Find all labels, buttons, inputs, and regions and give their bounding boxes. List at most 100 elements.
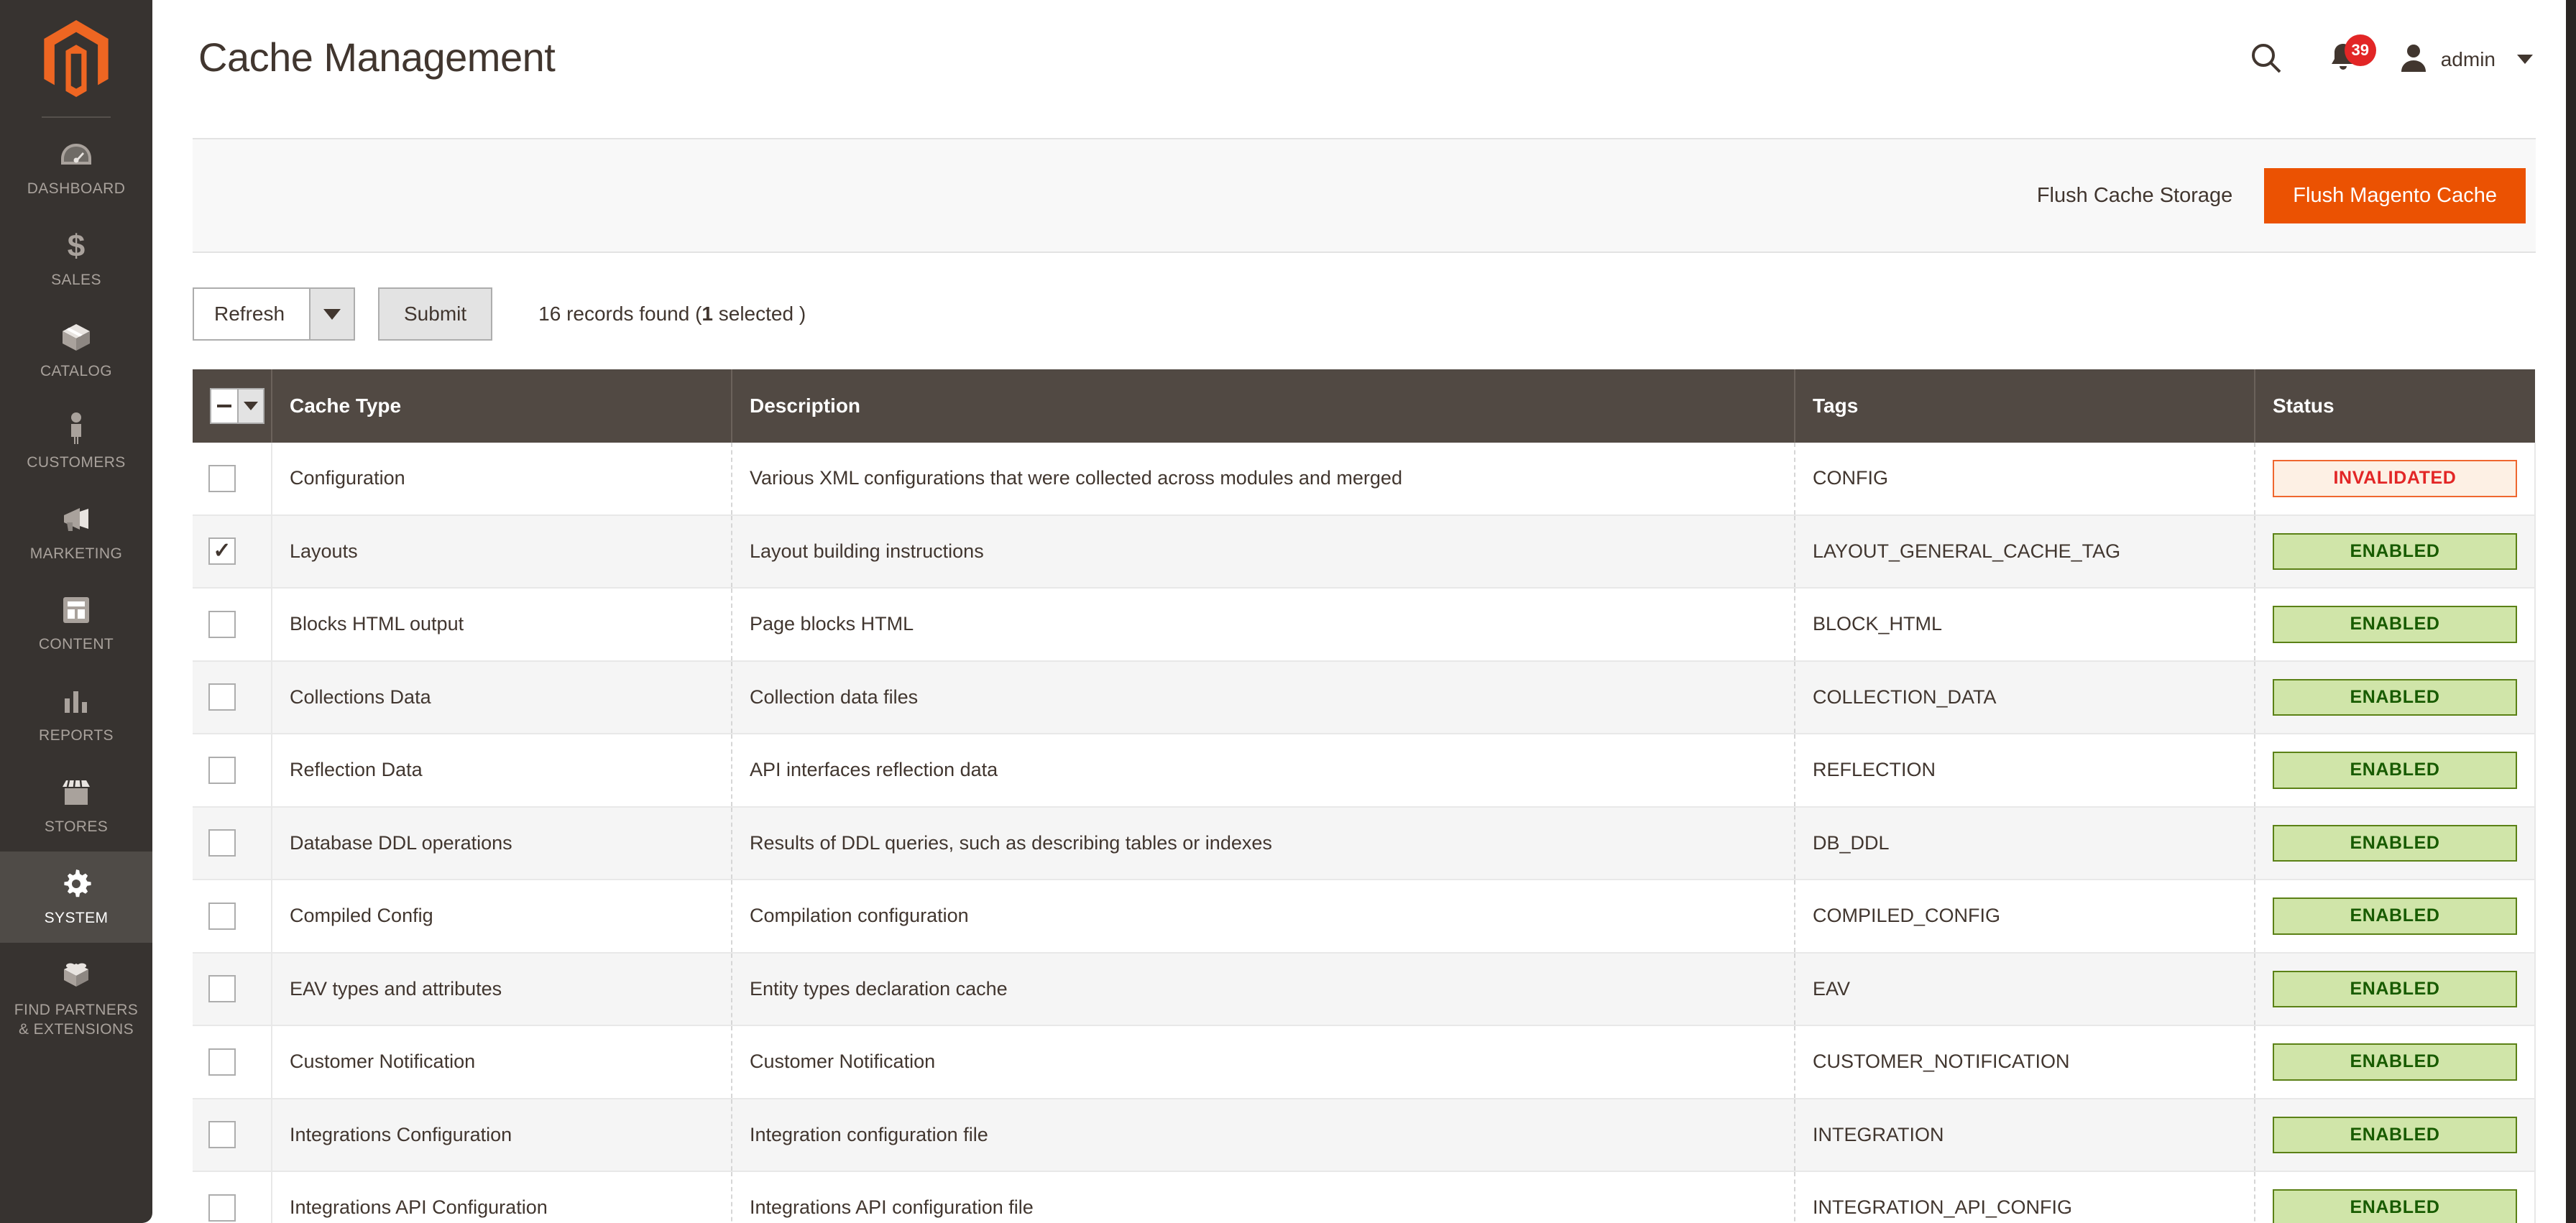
admin-sidebar: DASHBOARD $ SALES CATALOG CUSTOMERS MARK… bbox=[0, 0, 152, 1223]
viewport-right-edge bbox=[2566, 0, 2576, 1223]
cell-status: ENABLED bbox=[2255, 952, 2536, 1026]
grid-toolbar: Refresh Submit 16 records found (1 selec… bbox=[193, 287, 2536, 341]
table-row[interactable]: ✓ Blocks HTML outputPage blocks HTMLBLOCK… bbox=[193, 588, 2536, 662]
row-select-cell[interactable]: ✓ bbox=[193, 1025, 272, 1099]
cell-cache-type: Integrations API Configuration bbox=[272, 1171, 732, 1223]
sidebar-item-label: FIND PARTNERS & EXTENSIONS bbox=[14, 1000, 138, 1040]
cell-tags: CUSTOMER_NOTIFICATION bbox=[1795, 1025, 2255, 1099]
svg-text:$: $ bbox=[68, 229, 85, 262]
table-row[interactable]: ✓ ConfigurationVarious XML configurations… bbox=[193, 443, 2536, 516]
table-row[interactable]: ✓ Collections DataCollection data filesCO… bbox=[193, 660, 2536, 734]
content-frame-icon bbox=[61, 594, 91, 627]
search-button[interactable] bbox=[2237, 37, 2296, 81]
row-checkbox[interactable]: ✓ bbox=[208, 683, 236, 711]
cell-tags: INTEGRATION_API_CONFIG bbox=[1795, 1171, 2255, 1223]
select-all-control[interactable] bbox=[210, 388, 264, 424]
cell-tags: INTEGRATION bbox=[1795, 1098, 2255, 1172]
row-checkbox[interactable]: ✓ bbox=[208, 1194, 236, 1222]
row-checkbox[interactable]: ✓ bbox=[208, 1121, 236, 1149]
sidebar-item-content[interactable]: CONTENT bbox=[0, 578, 152, 669]
table-row[interactable]: ✓ Customer NotificationCustomer Notificat… bbox=[193, 1025, 2536, 1099]
cell-cache-type: Collections Data bbox=[272, 660, 732, 734]
magento-logo[interactable] bbox=[0, 7, 152, 116]
row-checkbox[interactable]: ✓ bbox=[208, 829, 236, 857]
mass-action-dropdown-arrow[interactable] bbox=[309, 289, 354, 339]
indeterminate-dash-icon bbox=[217, 405, 231, 407]
sidebar-item-catalog[interactable]: CATALOG bbox=[0, 305, 152, 396]
table-row[interactable]: ✓ Layouts Layout building instructions LAYO… bbox=[193, 514, 2536, 589]
cell-status: ENABLED bbox=[2255, 660, 2536, 734]
row-select-cell[interactable]: ✓ bbox=[193, 880, 272, 954]
records-found-label: 16 records found (1 selected ) bbox=[538, 303, 806, 326]
row-select-cell[interactable]: ✓ bbox=[193, 514, 272, 589]
cell-status: ENABLED bbox=[2255, 514, 2536, 589]
status-badge: ENABLED bbox=[2273, 1189, 2517, 1223]
cell-description: Integration configuration file bbox=[732, 1098, 1795, 1172]
select-all-dropdown-arrow[interactable] bbox=[237, 389, 263, 423]
cell-tags: CONFIG bbox=[1795, 443, 2255, 516]
notifications-count-badge: 39 bbox=[2344, 34, 2376, 66]
cell-tags: COLLECTION_DATA bbox=[1795, 660, 2255, 734]
table-row[interactable]: ✓ Integrations ConfigurationIntegration c… bbox=[193, 1098, 2536, 1172]
table-row[interactable]: ✓ Compiled ConfigCompilation configuratio… bbox=[193, 880, 2536, 954]
checkmark-icon: ✓ bbox=[213, 539, 231, 563]
flush-magento-cache-button[interactable]: Flush Magento Cache bbox=[2264, 167, 2526, 223]
table-row[interactable]: ✓ Database DDL operationsResults of DDL q… bbox=[193, 806, 2536, 880]
grid-header-description[interactable]: Description bbox=[732, 369, 1795, 443]
grid-header-cache-type[interactable]: Cache Type bbox=[272, 369, 732, 443]
row-checkbox[interactable]: ✓ bbox=[208, 464, 236, 492]
sidebar-item-reports[interactable]: REPORTS bbox=[0, 669, 152, 760]
row-select-cell[interactable]: ✓ bbox=[193, 734, 272, 808]
main-content: Cache Management 39 admin Flush Cache St… bbox=[152, 0, 2576, 1223]
cell-status: ENABLED bbox=[2255, 806, 2536, 880]
sidebar-item-customers[interactable]: CUSTOMERS bbox=[0, 396, 152, 487]
sidebar-item-label: CATALOG bbox=[40, 362, 113, 379]
row-checkbox[interactable]: ✓ bbox=[208, 1048, 236, 1076]
submit-button[interactable]: Submit bbox=[378, 287, 493, 341]
row-select-cell[interactable]: ✓ bbox=[193, 1098, 272, 1172]
cache-grid-wrapper: Cache Type Description Tags Status ✓ Conf… bbox=[193, 369, 2536, 1223]
table-row[interactable]: ✓ Reflection DataAPI interfaces reflectio… bbox=[193, 734, 2536, 808]
row-select-cell[interactable]: ✓ bbox=[193, 660, 272, 734]
row-checkbox[interactable]: ✓ bbox=[208, 975, 236, 1003]
cell-tags: REFLECTION bbox=[1795, 734, 2255, 808]
row-checkbox[interactable]: ✓ bbox=[208, 902, 236, 930]
sidebar-item-find-partners-extensions[interactable]: FIND PARTNERS & EXTENSIONS bbox=[0, 943, 152, 1054]
cache-grid: Cache Type Description Tags Status ✓ Conf… bbox=[193, 369, 2536, 1223]
flush-cache-storage-button[interactable]: Flush Cache Storage bbox=[2017, 171, 2253, 221]
cell-cache-type: Layouts bbox=[272, 514, 732, 589]
page-header: Cache Management 39 admin bbox=[152, 0, 2576, 126]
row-select-cell[interactable]: ✓ bbox=[193, 1171, 272, 1223]
grid-header-tags[interactable]: Tags bbox=[1795, 369, 2255, 443]
cell-cache-type: Configuration bbox=[272, 443, 732, 516]
user-name-label: admin bbox=[2440, 47, 2496, 70]
status-badge: INVALIDATED bbox=[2273, 460, 2517, 497]
row-checkbox[interactable]: ✓ bbox=[208, 537, 236, 566]
search-icon bbox=[2250, 42, 2283, 77]
table-row[interactable]: ✓ EAV types and attributesEntity types de… bbox=[193, 952, 2536, 1026]
sidebar-item-marketing[interactable]: MARKETING bbox=[0, 487, 152, 578]
notifications-button[interactable]: 39 bbox=[2320, 34, 2376, 81]
row-select-cell[interactable]: ✓ bbox=[193, 443, 272, 516]
row-select-cell[interactable]: ✓ bbox=[193, 806, 272, 880]
person-icon bbox=[65, 412, 87, 445]
mass-action-select[interactable]: Refresh bbox=[193, 287, 355, 341]
status-badge: ENABLED bbox=[2273, 678, 2517, 716]
row-checkbox[interactable]: ✓ bbox=[208, 610, 236, 638]
sidebar-item-stores[interactable]: STORES bbox=[0, 760, 152, 852]
cell-cache-type: EAV types and attributes bbox=[272, 952, 732, 1026]
cell-status: ENABLED bbox=[2255, 880, 2536, 954]
user-avatar-icon bbox=[2398, 42, 2429, 77]
cell-description: Collection data files bbox=[732, 660, 1795, 734]
cell-description: API interfaces reflection data bbox=[732, 734, 1795, 808]
row-select-cell[interactable]: ✓ bbox=[193, 952, 272, 1026]
table-row[interactable]: ✓ Integrations API ConfigurationIntegrati… bbox=[193, 1171, 2536, 1223]
user-menu-button[interactable]: admin bbox=[2395, 37, 2536, 81]
sidebar-item-dashboard[interactable]: DASHBOARD bbox=[0, 122, 152, 213]
row-select-cell[interactable]: ✓ bbox=[193, 588, 272, 662]
grid-header-status[interactable]: Status bbox=[2255, 369, 2535, 443]
select-all-checkbox[interactable] bbox=[211, 389, 237, 423]
sidebar-item-system[interactable]: SYSTEM bbox=[0, 852, 152, 943]
row-checkbox[interactable]: ✓ bbox=[208, 756, 236, 784]
sidebar-item-sales[interactable]: $ SALES bbox=[0, 213, 152, 305]
